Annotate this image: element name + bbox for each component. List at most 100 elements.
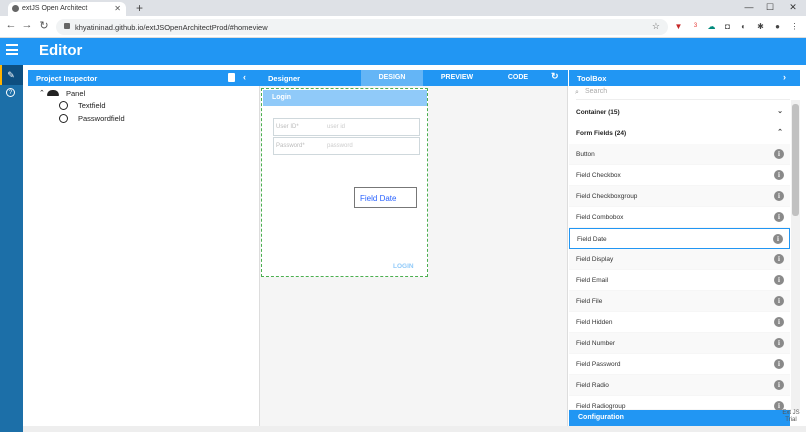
login-button[interactable]: LOGIN [393, 263, 414, 270]
info-icon[interactable]: i [774, 191, 784, 201]
hamburger-menu-icon[interactable] [6, 44, 18, 55]
chevron-up-icon: ⌃ [777, 129, 783, 136]
camera-icon[interactable]: ◘ [722, 21, 733, 32]
toolbox-item-label: Field File [576, 298, 603, 305]
toolbox-item-field-email[interactable]: Field Email i [569, 270, 790, 291]
toolbox-item-field-radiogroup[interactable]: Field Radiogroup i [569, 396, 790, 411]
trash-icon[interactable] [228, 73, 235, 82]
toolbox-search-input[interactable]: Search [576, 88, 790, 100]
info-icon[interactable]: i [774, 359, 784, 369]
github-icon [12, 5, 19, 12]
collapse-left-icon[interactable]: ‹ [243, 72, 246, 82]
form-title-bar: Login [263, 90, 427, 106]
extension-cloud-icon[interactable]: ☁ [706, 21, 717, 32]
project-inspector-title: Project Inspector [36, 74, 98, 83]
info-icon[interactable]: i [774, 149, 784, 159]
info-icon[interactable]: i [774, 212, 784, 222]
extension-shield-icon[interactable]: ▼ [673, 21, 684, 32]
tab-design[interactable]: DESIGN [361, 70, 423, 86]
trial-watermark: Ext JS Trial [782, 410, 800, 423]
info-icon[interactable]: i [774, 170, 784, 180]
project-inspector-header: Project Inspector [28, 70, 260, 86]
browser-tab-title: extJS Open Architect [22, 5, 88, 12]
toolbox-item-label: Field Radiogroup [576, 403, 626, 410]
forward-icon[interactable]: → [20, 19, 34, 31]
app-header [0, 38, 806, 65]
toolbox-item-label: Field Display [576, 256, 614, 263]
configuration-bar[interactable]: Configuration [569, 410, 790, 426]
password-field[interactable]: Password* password [273, 137, 420, 155]
section-form-fields-label: Form Fields (24) [576, 130, 627, 137]
textfield-icon [59, 101, 68, 110]
toolbox-item-label: Field Hidden [576, 319, 613, 326]
maximize-icon[interactable]: ☐ [760, 2, 780, 13]
info-icon[interactable]: i [774, 296, 784, 306]
info-icon[interactable]: i [774, 317, 784, 327]
field-date-drag-ghost[interactable]: Field Date [354, 187, 417, 208]
toolbox-title: ToolBox [577, 74, 607, 83]
back-icon[interactable]: ← [4, 19, 18, 31]
userid-label: User ID* [276, 124, 299, 130]
userid-field[interactable]: User ID* user id [273, 118, 420, 136]
toolbox-header: ToolBox [569, 70, 800, 86]
close-window-icon[interactable]: ✕ [783, 2, 803, 13]
info-icon[interactable]: i [774, 254, 784, 264]
panel-icon [47, 90, 59, 96]
app-title: Editor [39, 42, 83, 59]
toolbox-item-field-checkboxgroup[interactable]: Field Checkboxgroup i [569, 186, 790, 207]
userid-placeholder: user id [327, 124, 346, 130]
puzzle-icon[interactable]: ✱ [755, 21, 766, 32]
tree-root-panel[interactable]: Panel [66, 89, 85, 98]
help-icon[interactable]: ? [6, 88, 15, 97]
profile-icon[interactable]: ● [772, 21, 783, 32]
password-placeholder: password [327, 143, 353, 149]
toolbox-item-field-number[interactable]: Field Number i [569, 333, 790, 354]
extension-circle-icon[interactable]: ◐ [738, 21, 749, 32]
toolbox-item-field-date[interactable]: Field Date i [569, 228, 790, 249]
section-container[interactable]: Container (15) ⌄ [569, 102, 790, 122]
toolbox-item-label: Button [576, 151, 595, 158]
extension-badge-icon[interactable]: 3 [690, 21, 701, 32]
close-tab-icon[interactable]: ✕ [114, 4, 121, 13]
toolbox-item-field-display[interactable]: Field Display i [569, 249, 790, 270]
toolbox-item-label: Field Checkboxgroup [576, 193, 638, 200]
toolbox-item-field-combobox[interactable]: Field Combobox i [569, 207, 790, 228]
pencil-icon[interactable]: ✎ [5, 69, 17, 81]
toolbox-item-field-checkbox[interactable]: Field Checkbox i [569, 165, 790, 186]
info-icon[interactable]: i [774, 380, 784, 390]
expand-right-icon[interactable]: › [783, 72, 786, 82]
toolbox-item-label: Field Date [577, 236, 607, 243]
browser-tab[interactable]: extJS Open Architect ✕ [8, 2, 126, 16]
toolbox-item-field-hidden[interactable]: Field Hidden i [569, 312, 790, 333]
passwordfield-icon [59, 114, 68, 123]
form-panel-frame[interactable] [261, 88, 428, 277]
info-icon[interactable]: i [773, 234, 783, 244]
toolbox-scrollbar-thumb[interactable] [792, 104, 799, 216]
designer-title: Designer [268, 74, 301, 83]
toolbox-item-field-file[interactable]: Field File i [569, 291, 790, 312]
password-label: Password* [276, 143, 305, 149]
toolbox-item-field-password[interactable]: Field Password i [569, 354, 790, 375]
toolbox-item-button[interactable]: Button i [569, 144, 790, 165]
toolbox-item-label: Field Radio [576, 382, 609, 389]
menu-dots-icon[interactable]: ⋮ [789, 21, 800, 32]
tree-node-textfield[interactable]: Textfield [78, 101, 106, 110]
chevron-down-icon: ⌄ [777, 108, 783, 115]
new-tab-button[interactable]: + [136, 1, 143, 15]
address-bar[interactable]: khyatininad.github.io/extJSOpenArchitect… [56, 19, 668, 35]
tree-node-passwordfield[interactable]: Passwordfield [78, 114, 125, 123]
tab-code[interactable]: CODE [490, 70, 546, 86]
toolbox-item-label: Field Checkbox [576, 172, 621, 179]
info-icon[interactable]: i [774, 275, 784, 285]
toolbox-item-field-radio[interactable]: Field Radio i [569, 375, 790, 396]
tab-preview[interactable]: PREVIEW [425, 70, 489, 86]
refresh-icon[interactable]: ↻ [551, 71, 559, 82]
reload-icon[interactable]: ↻ [37, 19, 51, 32]
tree-expand-icon[interactable]: ⌃ [39, 89, 45, 97]
section-form-fields[interactable]: Form Fields (24) ⌃ [569, 123, 790, 143]
info-icon[interactable]: i [774, 338, 784, 348]
left-rail [0, 65, 23, 432]
bookmark-star-icon[interactable]: ☆ [652, 21, 660, 32]
minimize-icon[interactable]: — [739, 2, 759, 12]
toolbox-item-label: Field Combobox [576, 214, 624, 221]
